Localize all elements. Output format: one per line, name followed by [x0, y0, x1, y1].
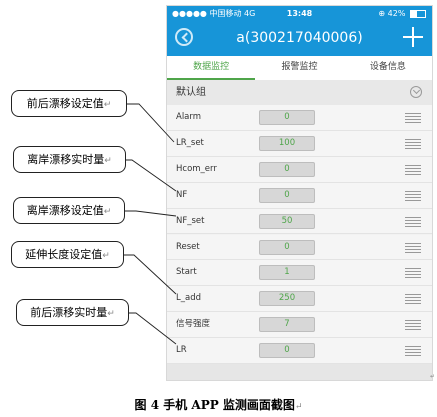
data-row: LR 0 — [167, 338, 432, 364]
data-row: Start 1 — [167, 260, 432, 287]
callout-lr-set: 前后漂移设定值↵ — [11, 90, 127, 117]
callout-text: 离岸漂移设定值 — [26, 204, 104, 217]
data-point-label: NF_set — [176, 215, 205, 226]
paragraph-mark: ↵ — [103, 100, 112, 110]
data-row: Alarm 0 — [167, 105, 432, 131]
data-point-label: Hcom_err — [176, 163, 217, 174]
callout-nf: 离岸漂移实时量↵ — [13, 146, 126, 173]
menu-icon[interactable] — [405, 190, 421, 201]
chevron-down-icon[interactable] — [410, 86, 422, 98]
battery-icon — [410, 9, 426, 18]
menu-icon[interactable] — [405, 346, 421, 357]
data-point-label: NF — [176, 189, 188, 200]
data-point-label: 信号强度 — [176, 319, 211, 330]
data-point-value[interactable]: 1 — [259, 265, 315, 281]
paragraph-mark: ↵ — [430, 373, 436, 380]
data-point-value[interactable]: 0 — [259, 343, 315, 359]
group-header[interactable]: 默认组 — [167, 80, 432, 105]
data-row: LR_set 100 — [167, 130, 432, 157]
menu-icon[interactable] — [405, 294, 421, 305]
callout-text: 前后漂移设定值 — [26, 97, 104, 110]
data-point-value[interactable]: 250 — [259, 291, 315, 307]
data-point-value[interactable]: 50 — [259, 213, 315, 229]
data-point-label: Alarm — [176, 112, 202, 122]
status-bar: ●●●●● 中国移动 4G 13:48 ⊕ 42% — [167, 6, 432, 21]
battery-indicator: ⊕ 42% — [378, 6, 426, 21]
data-point-label: Reset — [176, 241, 200, 252]
data-row: 信号强度 7 — [167, 312, 432, 339]
data-point-value[interactable]: 0 — [259, 239, 315, 255]
callout-lr: 前后漂移实时量↵ — [16, 299, 129, 326]
callout-l-add: 延伸长度设定值↵ — [11, 241, 124, 268]
tab-device-info[interactable]: 设备信息 — [344, 56, 432, 80]
app-title-bar: a(300217040006) — [167, 21, 432, 56]
menu-icon[interactable] — [405, 164, 421, 175]
tab-bar: 数据监控 报警监控 设备信息 — [167, 56, 432, 80]
data-row: NF_set 50 — [167, 208, 432, 235]
menu-icon[interactable] — [405, 320, 421, 331]
battery-text: ⊕ 42% — [378, 9, 406, 18]
tab-alarm-monitor[interactable]: 报警监控 — [255, 56, 343, 80]
add-icon[interactable] — [403, 27, 423, 47]
figure-caption: 图 4 手机 APP 监测画面截图↵ — [0, 396, 437, 413]
data-point-label: LR_set — [176, 137, 204, 148]
callout-text: 延伸长度设定值 — [25, 248, 103, 261]
data-row: Hcom_err 0 — [167, 156, 432, 183]
data-point-value[interactable]: 0 — [259, 161, 315, 177]
callout-nf-set: 离岸漂移设定值↵ — [13, 197, 125, 224]
device-title: a(300217040006) — [236, 30, 363, 46]
phone-screenshot: ●●●●● 中国移动 4G 13:48 ⊕ 42% a(300217040006… — [167, 6, 432, 380]
menu-icon[interactable] — [405, 216, 421, 227]
caption-text: 图 4 手机 APP 监测画面截图 — [134, 398, 295, 412]
paragraph-mark: ↵ — [102, 251, 110, 261]
data-row: L_add 250 — [167, 286, 432, 313]
paragraph-mark: ↵ — [107, 309, 115, 319]
data-point-label: L_add — [176, 293, 201, 304]
menu-icon[interactable] — [405, 113, 421, 123]
data-point-label: LR — [176, 345, 187, 356]
tab-data-monitor[interactable]: 数据监控 — [167, 56, 256, 80]
footer-bar — [167, 364, 432, 380]
data-point-value[interactable]: 0 — [259, 110, 315, 125]
callout-text: 离岸漂移实时量 — [27, 153, 105, 166]
callout-text: 前后漂移实时量 — [30, 306, 108, 319]
data-point-value[interactable]: 7 — [259, 317, 315, 333]
data-point-label: Start — [176, 267, 197, 278]
data-point-value[interactable]: 0 — [259, 187, 315, 203]
paragraph-mark: ↵ — [104, 156, 112, 166]
group-name: 默认组 — [176, 87, 206, 98]
paragraph-mark: ↵ — [294, 402, 303, 412]
data-row: NF 0 — [167, 182, 432, 209]
data-point-value[interactable]: 100 — [259, 135, 315, 151]
paragraph-mark: ↵ — [103, 207, 112, 217]
menu-icon[interactable] — [405, 138, 421, 149]
data-row: Reset 0 — [167, 234, 432, 261]
menu-icon[interactable] — [405, 242, 421, 253]
menu-icon[interactable] — [405, 268, 421, 279]
